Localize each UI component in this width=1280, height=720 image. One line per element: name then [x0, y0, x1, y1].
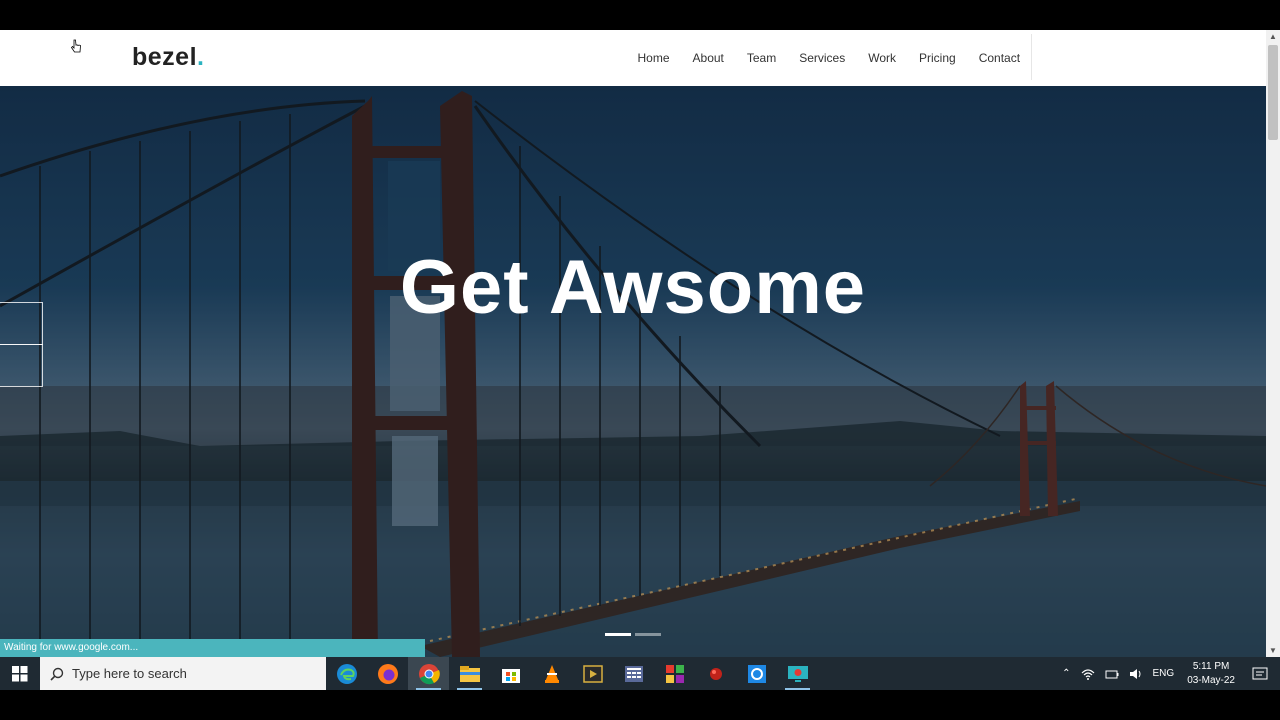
start-button[interactable]	[0, 657, 40, 690]
browser-viewport: bezel. Home About Team Services Work Pri…	[0, 30, 1280, 657]
firefox-icon[interactable]	[367, 657, 408, 690]
hand-cursor-icon	[70, 39, 81, 53]
site-navbar: bezel. Home About Team Services Work Pri…	[0, 30, 1266, 86]
logo-text: bezel	[132, 43, 198, 71]
bottom-letterbox	[0, 690, 1280, 720]
nav-about[interactable]: About	[681, 51, 735, 65]
site-logo[interactable]: bezel.	[132, 43, 204, 72]
language-indicator[interactable]: ENG	[1153, 668, 1175, 679]
calculator-icon[interactable]	[613, 657, 654, 690]
scroll-thumb[interactable]	[1268, 45, 1278, 140]
hero-slider[interactable]: Get Awsome	[0, 86, 1266, 657]
office-icon[interactable]	[654, 657, 695, 690]
sync-icon[interactable]	[736, 657, 777, 690]
taskbar-clock[interactable]: 5:11 PM 03-May-22	[1187, 660, 1235, 688]
taskbar-search-box[interactable]: Type here to search	[40, 657, 326, 690]
clock-date: 03-May-22	[1187, 674, 1235, 686]
nav-home[interactable]: Home	[626, 51, 681, 65]
chevron-up-icon[interactable]: ⌃	[1062, 668, 1070, 679]
browser-status-bar: Waiting for www.google.com...	[0, 639, 425, 657]
wifi-icon[interactable]	[1081, 668, 1095, 680]
nav-team[interactable]: Team	[735, 51, 787, 65]
system-tray: ⌃ ENG 5:11 PM 03-May-22	[1057, 657, 1280, 690]
hero-title: Get Awsome	[399, 245, 867, 330]
nav-contact[interactable]: Contact	[967, 51, 1031, 65]
slider-dot-2[interactable]	[635, 633, 661, 636]
slider-dot-1[interactable]	[605, 633, 631, 636]
top-letterbox	[0, 0, 1280, 30]
scroll-down-arrow-icon[interactable]: ▼	[1269, 646, 1277, 655]
bridge-background-image	[0, 86, 1266, 657]
nav-divider	[1031, 34, 1032, 80]
slider-next-button[interactable]	[0, 344, 43, 387]
file-explorer-icon[interactable]	[449, 657, 490, 690]
logo-dot: .	[197, 43, 205, 71]
screen-recorder-icon[interactable]	[777, 657, 818, 690]
battery-icon[interactable]	[1105, 669, 1119, 679]
nav-work[interactable]: Work	[857, 51, 908, 65]
volume-icon[interactable]	[1129, 668, 1143, 680]
page-scrollbar[interactable]: ▲ ▼	[1266, 30, 1280, 657]
vlc-icon[interactable]	[531, 657, 572, 690]
media-player-icon[interactable]	[572, 657, 613, 690]
slider-prev-button[interactable]	[0, 302, 43, 345]
nav-links: Home About Team Services Work Pricing Co…	[626, 30, 1032, 86]
nav-pricing[interactable]: Pricing	[908, 51, 968, 65]
search-icon	[50, 667, 64, 681]
scroll-up-arrow-icon[interactable]: ▲	[1269, 32, 1277, 41]
edge-icon[interactable]	[326, 657, 367, 690]
windows-taskbar: Type here to search ⌃ ENG 5:11 PM 03-May…	[0, 657, 1280, 690]
store-icon[interactable]	[490, 657, 531, 690]
nav-services[interactable]: Services	[788, 51, 857, 65]
search-placeholder: Type here to search	[72, 666, 187, 681]
clock-time: 5:11 PM	[1192, 660, 1230, 672]
chrome-icon[interactable]	[408, 657, 449, 690]
slider-dots	[605, 633, 661, 636]
windows-logo-icon	[12, 665, 28, 681]
ruby-icon[interactable]	[695, 657, 736, 690]
notifications-icon[interactable]	[1252, 667, 1268, 681]
